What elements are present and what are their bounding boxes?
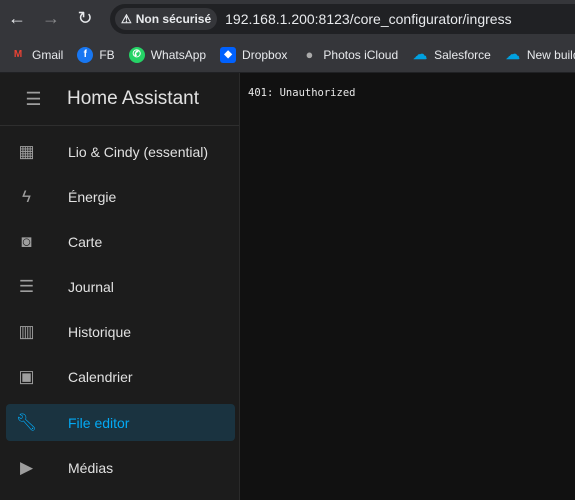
list-icon: ☰ (18, 276, 35, 296)
bookmark-gmail[interactable]: M Gmail (10, 47, 64, 63)
sidebar-item-journal[interactable]: ☰ Journal (6, 268, 235, 305)
sidebar-item-file-editor[interactable]: 🔧︎ File editor (6, 404, 235, 441)
sidebar-item-label: Carte (68, 233, 103, 250)
sidebar-item-medias[interactable]: ▶ Médias (6, 449, 235, 486)
chart-icon: ▥ (18, 321, 35, 341)
sidebar-item-label: Médias (68, 459, 114, 476)
bookmarks-bar: M Gmail f FB ✆ WhatsApp ◆ Dropbox ● Photos iC… (0, 37, 575, 73)
salesforce-icon: ☁ (413, 46, 428, 62)
bookmark-label: Salesforce (434, 47, 491, 62)
warning-icon: ⚠ (121, 12, 132, 26)
sidebar-item-energie[interactable]: ϟ Énergie (6, 178, 235, 215)
facebook-icon: f (77, 46, 94, 63)
map-account-icon: ◙ (21, 231, 32, 251)
menu-collapse-icon[interactable]: ☰ (0, 89, 67, 110)
url-text[interactable]: 192.168.1.200:8123/core_configurator/ing… (225, 11, 511, 27)
bookmark-label: Gmail (32, 47, 64, 62)
sidebar-item-label: File editor (68, 414, 130, 431)
lightning-icon: ϟ (22, 186, 31, 206)
sidebar-item-calendrier[interactable]: ▣ Calendrier (6, 358, 235, 395)
bookmark-dropbox[interactable]: ◆ Dropbox (220, 46, 288, 63)
bookmark-photos-icloud[interactable]: ● Photos iCloud (301, 47, 398, 63)
sidebar-header: ☰ Home Assistant (0, 73, 239, 126)
security-label: Non sécurisé (135, 12, 212, 26)
reload-button[interactable]: ↻ (68, 8, 102, 29)
salesforce-icon: ☁ (505, 46, 520, 62)
wrench-icon: 🔧︎ (15, 412, 38, 432)
sidebar: ☰ Home Assistant ▦ Lio & Cindy (essential… (0, 73, 240, 500)
sidebar-item-label: Historique (68, 323, 132, 340)
bookmark-label: New building (526, 47, 575, 62)
bookmark-label: Dropbox (242, 47, 288, 62)
bookmark-whatsapp[interactable]: ✆ WhatsApp (128, 46, 207, 63)
sidebar-item-label: Journal (68, 278, 114, 295)
bookmark-label: WhatsApp (150, 47, 207, 62)
sidebar-item-dashboard[interactable]: ▦ Lio & Cindy (essential) (6, 133, 235, 170)
whatsapp-icon: ✆ (128, 46, 145, 63)
sidebar-item-label: Lio & Cindy (essential) (68, 143, 209, 160)
apple-icon: ● (305, 47, 314, 62)
dashboard-icon: ▦ (18, 141, 35, 161)
sidebar-item-label: Calendrier (68, 368, 133, 385)
bookmark-fb[interactable]: f FB (77, 46, 115, 63)
sidebar-item-carte[interactable]: ◙ Carte (6, 223, 235, 260)
bookmark-new-building[interactable]: ☁ New building (505, 46, 575, 63)
app-title: Home Assistant (67, 88, 199, 109)
back-button[interactable]: ← (0, 8, 34, 29)
play-box-icon: ▶ (19, 457, 34, 477)
forward-button[interactable]: → (34, 8, 68, 29)
browser-toolbar: ← → ↻ ⚠ Non sécurisé 192.168.1.200:8123/c… (0, 0, 575, 37)
sidebar-item-historique[interactable]: ▥ Historique (6, 313, 235, 350)
dropbox-icon: ◆ (220, 46, 237, 63)
bookmark-label: Photos iCloud (323, 47, 399, 62)
sidebar-item-label: Énergie (68, 188, 117, 205)
main-content: 401: Unauthorized (241, 73, 575, 500)
address-bar[interactable]: ⚠ Non sécurisé 192.168.1.200:8123/core_co… (110, 4, 575, 34)
error-message: 401: Unauthorized (248, 87, 356, 99)
calendar-icon: ▣ (18, 366, 35, 386)
security-chip[interactable]: ⚠ Non sécurisé (115, 8, 218, 30)
bookmark-label: FB (99, 47, 115, 62)
gmail-icon: M (13, 49, 23, 60)
bookmark-salesforce[interactable]: ☁ Salesforce (412, 46, 491, 63)
